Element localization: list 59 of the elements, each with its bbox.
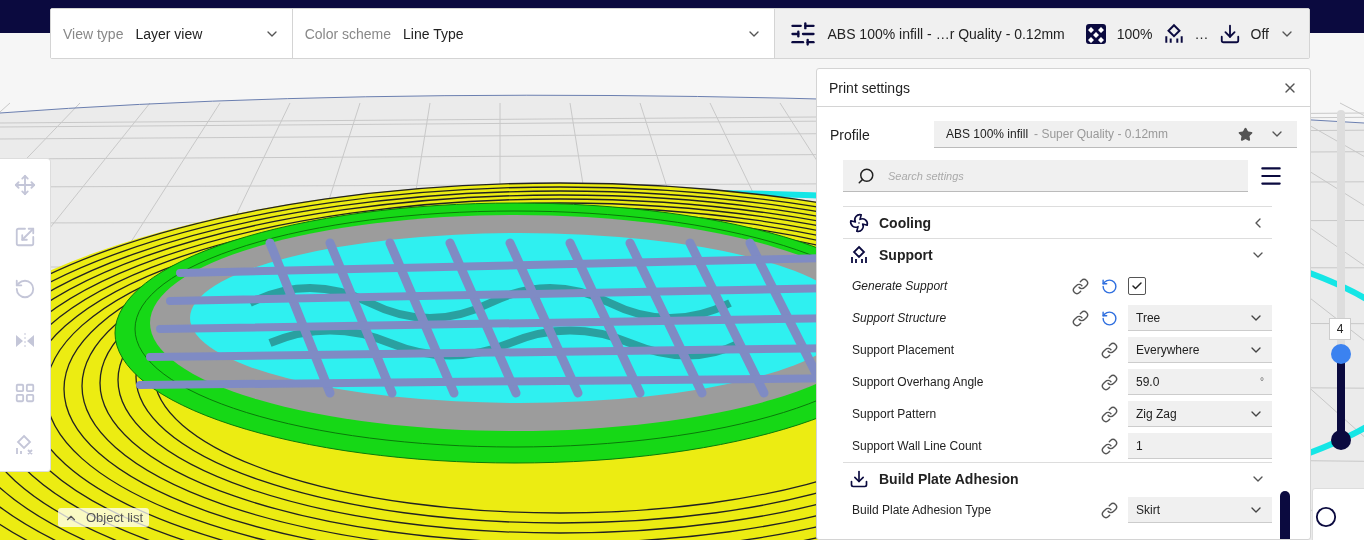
link-button[interactable]: [1101, 373, 1118, 391]
move-icon: [14, 174, 36, 196]
input-field[interactable]: 1: [1128, 433, 1272, 459]
unit-label: °: [1260, 376, 1264, 387]
setting-label: Build Plate Adhesion Type: [852, 503, 993, 517]
dropdown[interactable]: Tree: [1128, 305, 1272, 331]
setting-label: Support Pattern: [852, 407, 938, 421]
download-icon: [1218, 22, 1241, 45]
layer-number-tooltip: 4: [1329, 318, 1351, 341]
link-icon: [1101, 437, 1118, 455]
setting-label: Generate Support: [852, 279, 949, 293]
setting-label: Support Structure: [852, 311, 948, 325]
reset-icon: [1101, 277, 1118, 295]
link-button[interactable]: [1101, 341, 1118, 359]
check-icon: [1131, 280, 1143, 292]
setting-label: Support Wall Line Count: [852, 439, 983, 453]
support-icon: [1162, 22, 1185, 45]
link-icon: [1101, 341, 1118, 359]
view-button[interactable]: [1312, 488, 1364, 540]
support-icon: [849, 244, 869, 265]
checkbox[interactable]: [1128, 277, 1146, 295]
scale-icon: [14, 226, 36, 248]
circle-icon: [1315, 506, 1337, 528]
dropdown[interactable]: Skirt: [1128, 497, 1272, 523]
object-list-toggle[interactable]: Object list: [58, 508, 150, 527]
scrollbar[interactable]: [1280, 491, 1290, 539]
reset-icon: [1101, 309, 1118, 327]
link-button[interactable]: [1072, 309, 1089, 327]
grid-icon: [14, 382, 36, 404]
reset-button[interactable]: [1101, 277, 1118, 295]
download-icon: [849, 468, 869, 489]
link-button[interactable]: [1101, 437, 1118, 455]
search-field[interactable]: Search settings: [843, 160, 1248, 192]
setting-label: Support Overhang Angle: [852, 375, 985, 389]
rotate-icon: [14, 278, 36, 300]
input-field[interactable]: 59.0 °: [1128, 369, 1272, 395]
reset-button[interactable]: [1101, 309, 1118, 327]
link-button[interactable]: [1101, 405, 1118, 423]
print-setup-button[interactable]: ABS 100% infill - …r Quality - 0.12mm 100% … Off: [775, 9, 1309, 58]
fan-icon: [849, 212, 869, 233]
sliders-icon: [789, 19, 818, 48]
dropdown[interactable]: Everywhere: [1128, 337, 1272, 363]
view-type-dropdown[interactable]: View type Layer view: [51, 9, 293, 58]
link-icon: [1072, 309, 1089, 327]
link-icon: [1101, 373, 1118, 391]
link-button[interactable]: [1101, 501, 1118, 519]
link-icon: [1072, 277, 1089, 295]
setting-label: Support Placement: [852, 343, 956, 357]
dropdown[interactable]: Zig Zag: [1128, 401, 1272, 427]
support-blocker-icon: [14, 434, 36, 456]
link-icon: [1101, 501, 1118, 519]
star-icon: [1238, 126, 1253, 142]
profile-dropdown[interactable]: ABS 100% infill - Super Quality - 0.12mm: [934, 121, 1297, 148]
panel-title: Print settings: [829, 79, 910, 96]
search-icon: [857, 167, 875, 185]
link-icon: [1101, 405, 1118, 423]
link-button[interactable]: [1072, 277, 1089, 295]
infill-icon: [1084, 22, 1107, 45]
profile-label: Profile: [830, 126, 871, 143]
